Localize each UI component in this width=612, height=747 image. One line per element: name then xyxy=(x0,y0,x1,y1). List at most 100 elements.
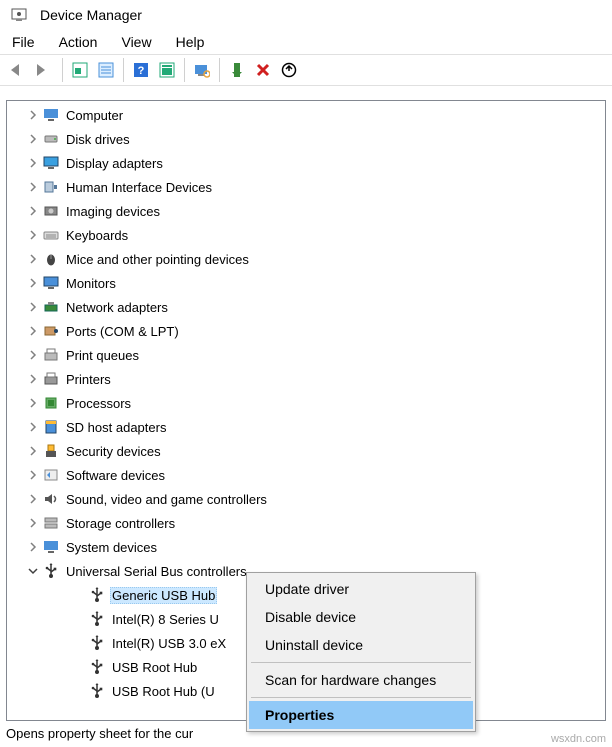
tree-label: Processors xyxy=(64,395,133,412)
menu-view[interactable]: View xyxy=(121,34,151,50)
chevron-right-icon[interactable] xyxy=(25,444,40,459)
tree-category[interactable]: Mice and other pointing devices xyxy=(7,247,605,271)
chevron-right-icon[interactable] xyxy=(25,420,40,435)
menu-separator xyxy=(251,662,471,663)
chevron-down-icon[interactable] xyxy=(25,564,40,579)
menu-action[interactable]: Action xyxy=(59,34,98,50)
chevron-right-icon[interactable] xyxy=(25,492,40,507)
tree-category[interactable]: Network adapters xyxy=(7,295,605,319)
tree-category[interactable]: Keyboards xyxy=(7,223,605,247)
tree-category[interactable]: Computer xyxy=(7,103,605,127)
tree-category[interactable]: Display adapters xyxy=(7,151,605,175)
software-icon xyxy=(42,466,60,484)
usb-icon xyxy=(42,562,60,580)
security-icon xyxy=(42,442,60,460)
tree-label: Human Interface Devices xyxy=(64,179,214,196)
tree-category[interactable]: Disk drives xyxy=(7,127,605,151)
toolbar: ? xyxy=(0,54,612,86)
chevron-right-icon[interactable] xyxy=(25,180,40,195)
tree-category[interactable]: System devices xyxy=(7,535,605,559)
help-button[interactable]: ? xyxy=(128,57,154,83)
disk-icon xyxy=(42,130,60,148)
usb-icon xyxy=(88,586,106,604)
update-driver-button[interactable] xyxy=(276,57,302,83)
tree-category[interactable]: Human Interface Devices xyxy=(7,175,605,199)
tree-label: Network adapters xyxy=(64,299,170,316)
app-icon xyxy=(10,6,28,24)
enable-button[interactable] xyxy=(224,57,250,83)
storage-icon xyxy=(42,514,60,532)
context-menu-item[interactable]: Properties xyxy=(249,701,473,729)
tree-label: Printers xyxy=(64,371,113,388)
usb-icon xyxy=(88,634,106,652)
chevron-right-icon[interactable] xyxy=(25,228,40,243)
chevron-right-icon[interactable] xyxy=(25,108,40,123)
network-icon xyxy=(42,298,60,316)
tree-category[interactable]: Storage controllers xyxy=(7,511,605,535)
usb-icon xyxy=(88,610,106,628)
show-hide-console-button[interactable] xyxy=(67,57,93,83)
menu-bar: File Action View Help xyxy=(0,30,612,54)
scan-hardware-button[interactable] xyxy=(189,57,215,83)
keyboard-icon xyxy=(42,226,60,244)
chevron-right-icon[interactable] xyxy=(25,324,40,339)
action-button[interactable] xyxy=(93,57,119,83)
properties-button[interactable] xyxy=(154,57,180,83)
tree-category[interactable]: Monitors xyxy=(7,271,605,295)
menu-separator xyxy=(251,697,471,698)
chevron-right-icon[interactable] xyxy=(25,156,40,171)
sound-icon xyxy=(42,490,60,508)
chevron-right-icon[interactable] xyxy=(25,516,40,531)
tree-category[interactable]: Software devices xyxy=(7,463,605,487)
uninstall-button[interactable] xyxy=(250,57,276,83)
tree-category[interactable]: Printers xyxy=(7,367,605,391)
printer-icon xyxy=(42,370,60,388)
context-menu-item[interactable]: Disable device xyxy=(249,603,473,631)
tree-category[interactable]: Print queues xyxy=(7,343,605,367)
back-button[interactable] xyxy=(6,57,32,83)
tree-category[interactable]: Processors xyxy=(7,391,605,415)
menu-help[interactable]: Help xyxy=(176,34,205,50)
window-title: Device Manager xyxy=(40,7,142,23)
tree-category[interactable]: SD host adapters xyxy=(7,415,605,439)
chevron-right-icon[interactable] xyxy=(25,468,40,483)
context-menu-item[interactable]: Update driver xyxy=(249,575,473,603)
chevron-right-icon[interactable] xyxy=(25,396,40,411)
tree-label: Security devices xyxy=(64,443,163,460)
tree-label: System devices xyxy=(64,539,159,556)
forward-button[interactable] xyxy=(32,57,58,83)
tree-category[interactable]: Sound, video and game controllers xyxy=(7,487,605,511)
tree-category[interactable]: Security devices xyxy=(7,439,605,463)
chevron-right-icon[interactable] xyxy=(25,132,40,147)
watermark: wsxdn.com xyxy=(551,733,606,745)
hid-icon xyxy=(42,178,60,196)
tree-label: Ports (COM & LPT) xyxy=(64,323,181,340)
tree-label: Disk drives xyxy=(64,131,132,148)
chevron-right-icon[interactable] xyxy=(25,348,40,363)
tree-category[interactable]: Imaging devices xyxy=(7,199,605,223)
tree-label: Universal Serial Bus controllers xyxy=(64,563,249,580)
chevron-right-icon[interactable] xyxy=(25,372,40,387)
computer-icon xyxy=(42,106,60,124)
tree-label: Mice and other pointing devices xyxy=(64,251,251,268)
tree-label: Storage controllers xyxy=(64,515,177,532)
tree-label: Generic USB Hub xyxy=(110,587,217,604)
sd-icon xyxy=(42,418,60,436)
context-menu-item[interactable]: Scan for hardware changes xyxy=(249,666,473,694)
menu-file[interactable]: File xyxy=(12,34,35,50)
tree-label: Keyboards xyxy=(64,227,130,244)
tree-label: Intel(R) 8 Series U xyxy=(110,611,221,628)
chevron-right-icon[interactable] xyxy=(25,252,40,267)
chevron-right-icon[interactable] xyxy=(25,276,40,291)
context-menu: Update driverDisable deviceUninstall dev… xyxy=(246,572,476,732)
tree-category[interactable]: Ports (COM & LPT) xyxy=(7,319,605,343)
chevron-right-icon[interactable] xyxy=(25,300,40,315)
chevron-right-icon[interactable] xyxy=(25,204,40,219)
cpu-icon xyxy=(42,394,60,412)
tree-label: USB Root Hub (U xyxy=(110,683,217,700)
chevron-right-icon[interactable] xyxy=(25,540,40,555)
context-menu-item[interactable]: Uninstall device xyxy=(249,631,473,659)
tree-label: Intel(R) USB 3.0 eX xyxy=(110,635,228,652)
tree-label: Computer xyxy=(64,107,125,124)
printqueue-icon xyxy=(42,346,60,364)
